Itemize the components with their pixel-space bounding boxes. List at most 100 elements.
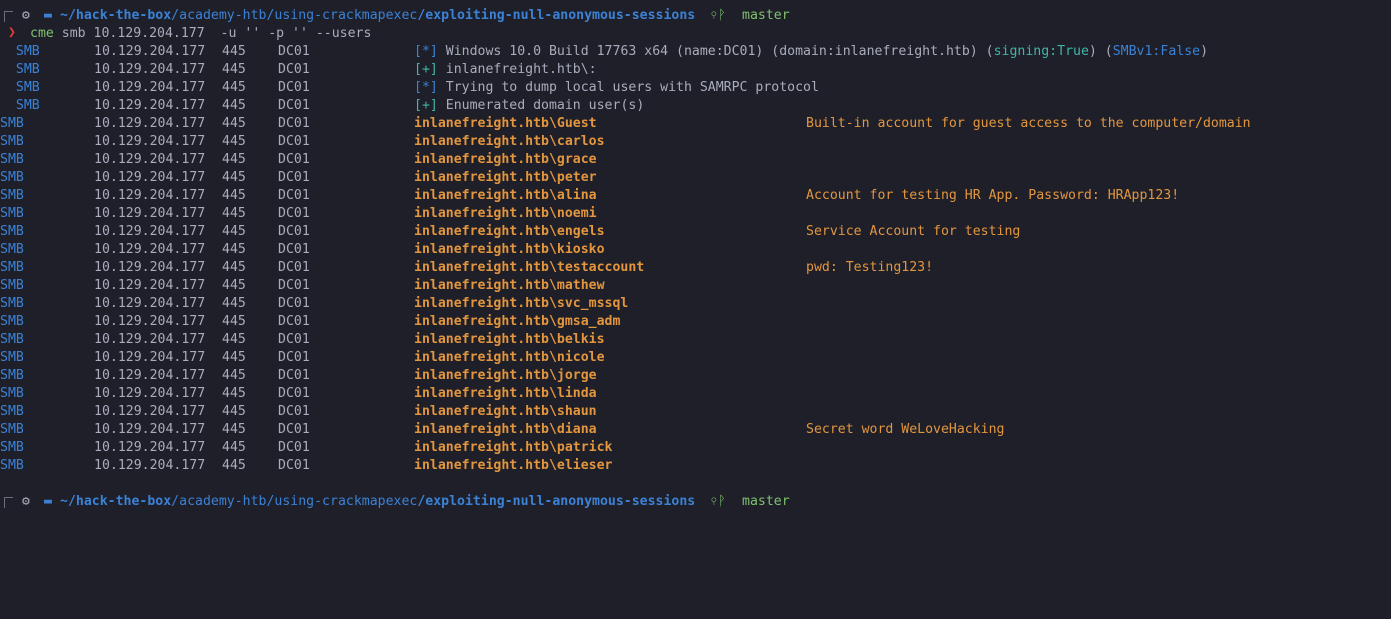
username: inlanefreight.htb\engels xyxy=(414,224,605,239)
protocol-label: SMB xyxy=(0,206,24,221)
command-line: ❯ cme smb 10.129.204.177 -u '' -p '' --u… xyxy=(0,25,371,43)
hostname: DC01 xyxy=(278,134,310,149)
output-line: SMB 10.129.204.177 445 DC01 [*] Trying t… xyxy=(0,79,819,97)
ip-address: 10.129.204.177 xyxy=(94,278,206,293)
hostname: DC01 xyxy=(278,188,310,203)
ip-address: 10.129.204.177 xyxy=(94,242,206,257)
ip-address: 10.129.204.177 xyxy=(94,440,206,455)
command-bin: cme xyxy=(30,26,54,41)
protocol-label: SMB xyxy=(0,296,24,311)
hostname: DC01 xyxy=(278,152,310,167)
prompt-line: ⚙ ▬ ~/hack-the-box/academy-htb/using-cra… xyxy=(0,493,790,511)
prompt-corner xyxy=(4,497,13,508)
prompt-arrow-icon: ❯ xyxy=(8,25,16,40)
port: 445 xyxy=(222,170,246,185)
user-description: Account for testing HR App. Password: HR… xyxy=(806,188,1180,203)
protocol-label: SMB xyxy=(15,80,40,95)
hostname: DC01 xyxy=(278,80,310,95)
output-line: SMB 10.129.204.177 445 DC01 [+] Enumerat… xyxy=(0,97,644,115)
port: 445 xyxy=(222,242,246,257)
ip-address: 10.129.204.177 xyxy=(94,314,206,329)
gear-icon: ⚙ xyxy=(22,8,30,23)
port: 445 xyxy=(222,206,246,221)
folder-icon: ▬ xyxy=(44,494,52,509)
ip-address: 10.129.204.177 xyxy=(94,368,206,383)
username: inlanefreight.htb\Guest xyxy=(414,116,597,131)
username: inlanefreight.htb\svc_mssql xyxy=(414,296,629,311)
protocol-label: SMB xyxy=(0,170,24,185)
port: 445 xyxy=(222,134,246,149)
port: 445 xyxy=(222,296,246,311)
port: 445 xyxy=(222,260,246,275)
user-description: Service Account for testing xyxy=(806,224,1021,239)
ip-address: 10.129.204.177 xyxy=(94,224,206,239)
message: [*] Windows 10.0 Build 17763 x64 (name:D… xyxy=(414,44,1209,59)
message: [*] Trying to dump local users with SAMR… xyxy=(414,80,819,95)
hostname: DC01 xyxy=(278,206,310,221)
protocol-label: SMB xyxy=(0,242,24,257)
prompt-path: ~/hack-the-box/academy-htb/using-crackma… xyxy=(60,494,696,509)
command-text: cme smb 10.129.204.177 -u '' -p '' --use… xyxy=(30,25,371,43)
hostname: DC01 xyxy=(278,404,310,419)
port: 445 xyxy=(222,332,246,347)
username: inlanefreight.htb\grace xyxy=(414,152,597,167)
hostname: DC01 xyxy=(278,386,310,401)
port: 445 xyxy=(222,314,246,329)
hostname: DC01 xyxy=(278,278,310,293)
ip-address: 10.129.204.177 xyxy=(94,458,206,473)
protocol-label: SMB xyxy=(0,134,24,149)
protocol-label: SMB xyxy=(15,44,40,59)
port: 445 xyxy=(222,278,246,293)
prompt-corner xyxy=(4,11,13,22)
username: inlanefreight.htb\elieser xyxy=(414,458,613,473)
port: 445 xyxy=(222,404,246,419)
ip-address: 10.129.204.177 xyxy=(94,80,206,95)
branch-name: master xyxy=(742,494,790,509)
ip-address: 10.129.204.177 xyxy=(94,116,206,131)
protocol-label: SMB xyxy=(15,98,40,113)
prompt-path: ~/hack-the-box/academy-htb/using-crackma… xyxy=(60,8,696,23)
username: inlanefreight.htb\jorge xyxy=(414,368,597,383)
ip-address: 10.129.204.177 xyxy=(94,296,206,311)
ip-address: 10.129.204.177 xyxy=(94,98,206,113)
ip-address: 10.129.204.177 xyxy=(94,350,206,365)
port: 445 xyxy=(222,224,246,239)
protocol-label: SMB xyxy=(0,440,24,455)
username: inlanefreight.htb\kiosko xyxy=(414,242,605,257)
gear-icon: ⚙ xyxy=(22,494,30,509)
command-args: smb 10.129.204.177 -u '' -p '' --users xyxy=(53,26,372,41)
port: 445 xyxy=(222,152,246,167)
username: inlanefreight.htb\diana xyxy=(414,422,597,437)
username: inlanefreight.htb\peter xyxy=(414,170,597,185)
user-description: Secret word WeLoveHacking xyxy=(806,422,1005,437)
ip-address: 10.129.204.177 xyxy=(94,422,206,437)
branch-name: master xyxy=(742,8,790,23)
git-branch-icon: ⚲ᚹ xyxy=(710,8,726,23)
message: [+] inlanefreight.htb\: xyxy=(414,62,597,77)
protocol-label: SMB xyxy=(0,386,24,401)
hostname: DC01 xyxy=(278,260,310,275)
output-line: SMB 10.129.204.177 445 DC01 [+] inlanefr… xyxy=(0,61,597,79)
hostname: DC01 xyxy=(278,314,310,329)
hostname: DC01 xyxy=(278,170,310,185)
port: 445 xyxy=(222,422,246,437)
hostname: DC01 xyxy=(278,350,310,365)
folder-icon: ▬ xyxy=(44,8,52,23)
ip-address: 10.129.204.177 xyxy=(94,44,206,59)
username: inlanefreight.htb\carlos xyxy=(414,134,605,149)
protocol-label: SMB xyxy=(0,152,24,167)
ip-address: 10.129.204.177 xyxy=(94,386,206,401)
hostname: DC01 xyxy=(278,422,310,437)
output-line: SMB 10.129.204.177 445 DC01 [*] Windows … xyxy=(0,43,1208,61)
ip-address: 10.129.204.177 xyxy=(94,152,206,167)
port: 445 xyxy=(222,98,246,113)
user-description: Built-in account for guest access to the… xyxy=(806,116,1251,131)
protocol-label: SMB xyxy=(0,116,24,131)
protocol-label: SMB xyxy=(0,278,24,293)
user-description: pwd: Testing123! xyxy=(806,260,934,275)
hostname: DC01 xyxy=(278,368,310,383)
ip-address: 10.129.204.177 xyxy=(94,332,206,347)
protocol-label: SMB xyxy=(0,350,24,365)
username: inlanefreight.htb\nicole xyxy=(414,350,605,365)
username: inlanefreight.htb\linda xyxy=(414,386,597,401)
